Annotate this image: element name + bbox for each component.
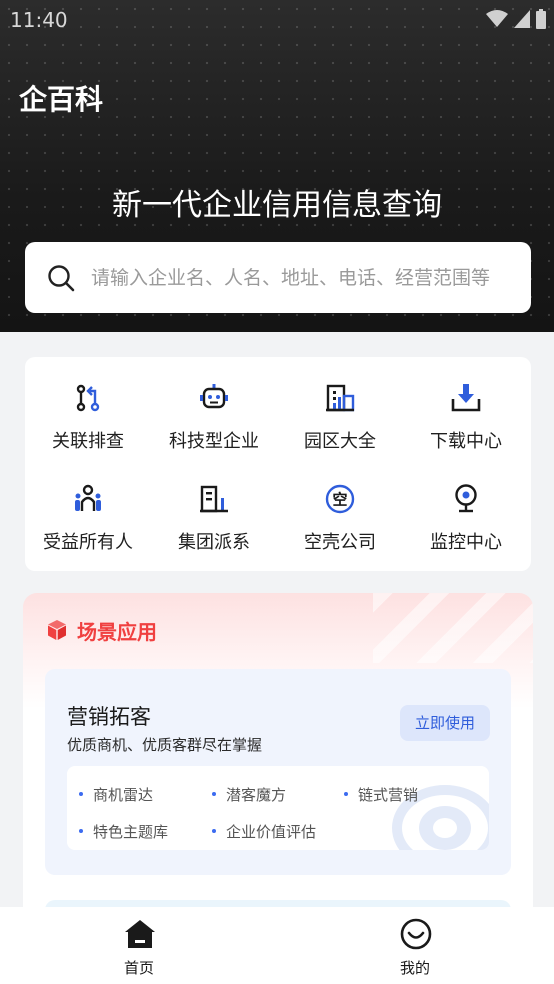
building-icon	[326, 384, 355, 412]
marketing-card[interactable]: 营销拓客 优质商机、优质客群尽在掌握 立即使用 商机雷达 潜客魔方 链式营销 特…	[45, 669, 511, 875]
smile-face-icon	[400, 918, 432, 950]
tool-download-center[interactable]: 下载中心	[403, 357, 529, 452]
empty-shell-icon: 空	[325, 484, 355, 514]
svg-text:空: 空	[332, 491, 347, 509]
signal-icon	[514, 10, 530, 28]
tab-label: 首页	[123, 959, 154, 977]
tool-group-faction[interactable]: 集团派系	[151, 458, 277, 553]
tool-label: 园区大全	[304, 431, 376, 452]
tool-label: 空壳公司	[304, 532, 376, 553]
tool-shell-company[interactable]: 空 空壳公司	[277, 458, 403, 553]
tool-monitor-center[interactable]: 监控中心	[403, 458, 529, 553]
tool-label: 监控中心	[430, 532, 502, 553]
tool-label: 受益所有人	[43, 532, 133, 553]
app-logo: 企百科	[19, 83, 104, 116]
tab-home[interactable]: 首页	[79, 907, 199, 984]
feature-item[interactable]: 企业价值评估	[212, 821, 316, 842]
feature-item[interactable]: 商机雷达	[79, 784, 153, 805]
tool-tech-enterprise[interactable]: 科技型企业	[151, 357, 277, 452]
search-input[interactable]	[91, 260, 521, 296]
search-bar[interactable]	[25, 242, 531, 313]
cube-icon	[48, 620, 66, 640]
decorative-swirl	[392, 785, 489, 850]
scene-header: 场景应用	[47, 617, 157, 644]
relation-link-icon	[76, 384, 100, 412]
use-now-button[interactable]: 立即使用	[400, 705, 490, 741]
hero-title: 新一代企业信用信息查询	[112, 188, 442, 223]
tool-label: 下载中心	[430, 431, 502, 452]
download-icon	[451, 384, 481, 412]
status-icons	[486, 8, 546, 30]
bottom-tab-bar: 首页 我的	[0, 907, 554, 984]
status-time: 11:40	[10, 8, 68, 32]
battery-icon	[536, 9, 546, 29]
tool-beneficial-owner[interactable]: 受益所有人	[25, 458, 151, 553]
group-building-icon	[200, 485, 228, 513]
people-group-icon	[75, 484, 101, 511]
scene-decoration	[373, 593, 533, 663]
tool-park-directory[interactable]: 园区大全	[277, 357, 403, 452]
tab-label: 我的	[399, 959, 430, 977]
tool-relation-check[interactable]: 关联排查	[25, 357, 151, 452]
quick-tools-card: 关联排查 科技型企业 园区大全 下载中心 受益所有人 集团派系 空 空壳公司 监…	[25, 357, 531, 571]
scene-section: 场景应用 营销拓客 优质商机、优质客群尽在掌握 立即使用 商机雷达 潜客魔方 链…	[23, 593, 533, 923]
scene-title: 场景应用	[77, 619, 157, 644]
feature-item[interactable]: 潜客魔方	[212, 784, 286, 805]
tool-label: 科技型企业	[169, 431, 259, 452]
monitor-camera-icon	[455, 484, 477, 513]
search-icon	[48, 265, 75, 292]
tool-label: 关联排查	[52, 431, 124, 452]
hero-banner: 11:40 企百科 新一代企业信用信息查询	[0, 0, 554, 332]
marketing-card-title: 营销拓客	[67, 705, 151, 729]
marketing-card-desc: 优质商机、优质客群尽在掌握	[67, 736, 263, 754]
wifi-icon	[486, 10, 508, 27]
tab-mine[interactable]: 我的	[355, 907, 475, 984]
feature-item[interactable]: 链式营销	[344, 784, 418, 805]
feature-list: 商机雷达 潜客魔方 链式营销 特色主题库 企业价值评估	[67, 766, 489, 850]
feature-item[interactable]: 特色主题库	[79, 821, 168, 842]
home-icon	[125, 920, 155, 948]
robot-icon	[200, 384, 228, 409]
status-bar: 11:40	[0, 0, 554, 38]
tool-label: 集团派系	[178, 532, 250, 553]
